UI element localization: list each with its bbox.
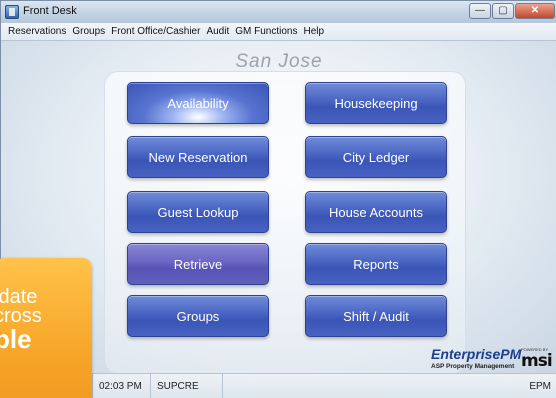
title-bar[interactable]: Front Desk — ▢ ✕ bbox=[1, 1, 556, 23]
minimize-button[interactable]: — bbox=[469, 3, 491, 19]
status-user: SUPCRE bbox=[151, 373, 223, 398]
menu-reservations[interactable]: Reservations bbox=[5, 26, 69, 37]
maximize-button[interactable]: ▢ bbox=[492, 3, 514, 19]
status-app-code: EPM bbox=[529, 381, 551, 392]
msi-logo: POWERED BY msi bbox=[521, 347, 553, 373]
menu-bar: Reservations Groups Front Office/Cashier… bbox=[1, 23, 556, 41]
menu-front-office-cashier[interactable]: Front Office/Cashier bbox=[108, 26, 203, 37]
logo-brand-name: Enterprise bbox=[431, 346, 501, 362]
window-controls: — ▢ ✕ bbox=[469, 3, 555, 19]
city-ledger-button[interactable]: City Ledger bbox=[305, 136, 447, 178]
menu-groups[interactable]: Groups bbox=[69, 26, 108, 37]
shift-audit-button[interactable]: Shift / Audit bbox=[305, 295, 447, 337]
house-accounts-button[interactable]: House Accounts bbox=[305, 191, 447, 233]
housekeeping-button[interactable]: Housekeeping bbox=[305, 82, 447, 124]
promo-callout: idate cross ple bbox=[0, 258, 92, 398]
new-reservation-button[interactable]: New Reservation bbox=[127, 136, 269, 178]
logo-brand: EnterprisePM bbox=[431, 346, 521, 362]
menu-gm-functions[interactable]: GM Functions bbox=[232, 26, 300, 37]
promo-line-3: ple bbox=[0, 324, 32, 354]
close-button[interactable]: ✕ bbox=[515, 3, 555, 19]
availability-button[interactable]: Availability bbox=[127, 82, 269, 124]
reports-button[interactable]: Reports bbox=[305, 243, 447, 285]
status-time: 02:03 PM bbox=[93, 373, 151, 398]
msi-wordmark: msi bbox=[521, 351, 553, 371]
logo-brand-suffix: PM bbox=[500, 346, 522, 362]
hotel-name: San Jose bbox=[235, 51, 323, 72]
menu-help[interactable]: Help bbox=[301, 26, 328, 37]
guest-lookup-button[interactable]: Guest Lookup bbox=[127, 191, 269, 233]
menu-audit[interactable]: Audit bbox=[203, 26, 232, 37]
window-title: Front Desk bbox=[23, 5, 77, 17]
groups-button[interactable]: Groups bbox=[127, 295, 269, 337]
logo-tagline: ASP Property Management bbox=[431, 363, 515, 370]
retrieve-button[interactable]: Retrieve bbox=[127, 243, 269, 285]
app-icon bbox=[5, 5, 19, 19]
